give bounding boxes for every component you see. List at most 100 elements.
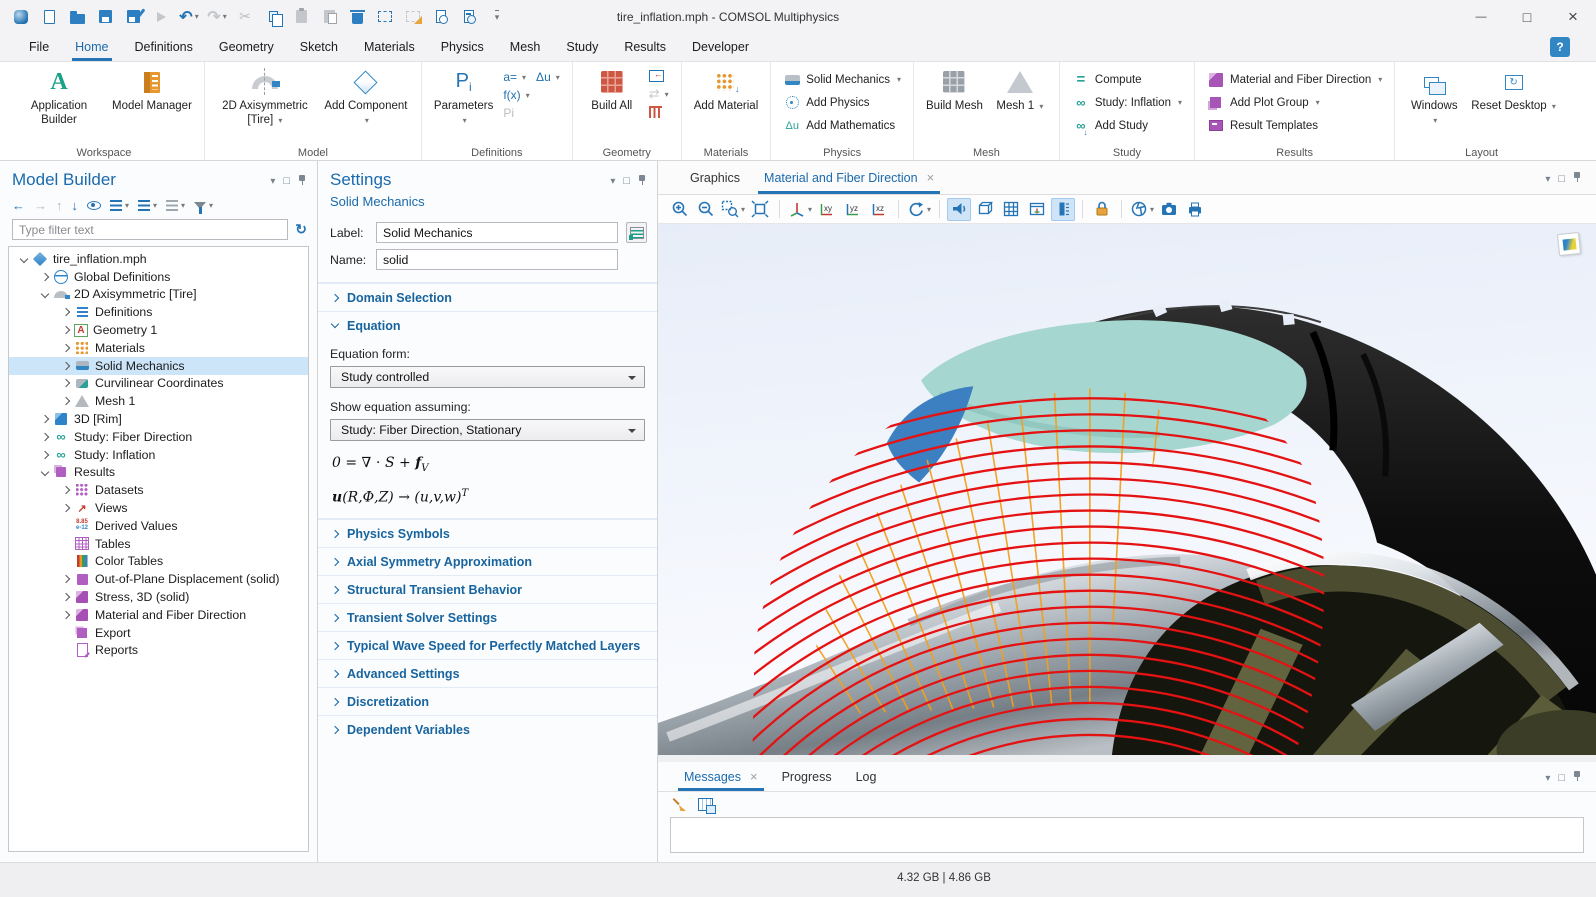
tree-expander-icon[interactable]: [59, 342, 74, 354]
paste-icon[interactable]: [290, 6, 312, 28]
add-component-button[interactable]: Add Component ▾: [323, 67, 409, 128]
filter-icon[interactable]: ▾: [194, 197, 213, 213]
section-domain-selection[interactable]: Domain Selection: [318, 283, 657, 311]
back-icon[interactable]: ←: [12, 197, 25, 213]
float-panel-icon[interactable]: [283, 171, 290, 189]
tree-item[interactable]: Datasets: [9, 481, 308, 499]
build-mesh-button[interactable]: Build Mesh: [926, 67, 983, 114]
float-panel-icon[interactable]: [1558, 768, 1565, 786]
tab-progress[interactable]: Progress: [770, 762, 844, 791]
application-builder-button[interactable]: Application Builder: [16, 67, 102, 128]
settings-section-header[interactable]: Structural Transient Behavior: [318, 575, 657, 603]
add-study-button[interactable]: Add Study: [1072, 116, 1182, 135]
reset-desktop-button[interactable]: Reset Desktop ▾: [1471, 67, 1556, 114]
tree-item[interactable]: Results: [9, 464, 308, 482]
clear-messages-icon[interactable]: [672, 796, 688, 812]
ribbon-tab[interactable]: Materials: [351, 33, 428, 61]
tree-expander-icon[interactable]: [59, 627, 74, 639]
pin-icon[interactable]: [638, 175, 647, 186]
help-button[interactable]: ?: [1550, 37, 1570, 57]
close-tab-icon[interactable]: [927, 170, 935, 185]
tree-item[interactable]: Study: Fiber Direction: [9, 428, 308, 446]
label-field[interactable]: [376, 222, 618, 243]
equation-form-select[interactable]: Study controlled: [330, 366, 645, 388]
duplicate-icon[interactable]: [318, 6, 340, 28]
solid-mechanics-button[interactable]: Solid Mechanics▾: [783, 70, 901, 89]
collapse-all-icon[interactable]: ▾: [138, 197, 157, 213]
tree-item[interactable]: Out-of-Plane Displacement (solid): [9, 570, 308, 588]
tree-expander-icon[interactable]: [38, 466, 53, 478]
move-down-icon[interactable]: ↓: [72, 197, 79, 213]
tree-item[interactable]: tire_inflation.mph: [9, 250, 308, 268]
settings-section-header[interactable]: Physics Symbols: [318, 519, 657, 547]
settings-section-header[interactable]: Dependent Variables: [318, 715, 657, 743]
update-geometry-button[interactable]: ▾: [649, 86, 669, 102]
tree-expander-icon[interactable]: [59, 555, 74, 567]
copy-icon[interactable]: [262, 6, 284, 28]
tree-expander-icon[interactable]: [38, 288, 53, 300]
tree-expander-icon[interactable]: [38, 413, 53, 425]
model-manager-button[interactable]: Model Manager: [112, 67, 192, 114]
view-xy-button[interactable]: xy: [815, 198, 839, 221]
tree-item[interactable]: Export: [9, 624, 308, 642]
nonlocal-couplings-button[interactable]: Δu▾: [536, 70, 560, 84]
windows-button[interactable]: Windows▾: [1407, 67, 1461, 128]
tree-expander-icon[interactable]: [59, 502, 74, 514]
go-to-view-button[interactable]: ▾: [787, 198, 813, 221]
pin-icon[interactable]: [1573, 771, 1582, 782]
tree-expander-icon[interactable]: [59, 591, 74, 603]
view-yz-button[interactable]: yz: [841, 198, 865, 221]
tree-expander-icon[interactable]: [59, 538, 74, 550]
show-equation-select[interactable]: Study: Fiber Direction, Stationary: [330, 419, 645, 441]
delete-icon[interactable]: [346, 6, 368, 28]
zoom-box-button[interactable]: ▾: [720, 198, 746, 221]
build-all-button[interactable]: Build All: [585, 67, 639, 114]
view-xz-button[interactable]: xz: [867, 198, 891, 221]
grid-button[interactable]: [999, 198, 1023, 221]
tree-expander-icon[interactable]: [59, 395, 74, 407]
environment-reflections-button[interactable]: ▾: [1129, 198, 1155, 221]
tree-item[interactable]: Stress, 3D (solid): [9, 588, 308, 606]
parameters-button[interactable]: Parameters▾: [434, 67, 493, 128]
new-file-icon[interactable]: [38, 6, 60, 28]
float-panel-icon[interactable]: [623, 171, 630, 189]
save-to-model-manager-icon[interactable]: [122, 6, 144, 28]
tree-item[interactable]: Material and Fiber Direction: [9, 606, 308, 624]
tree-item[interactable]: 2D Axisymmetric [Tire]: [9, 286, 308, 304]
close-tab-icon[interactable]: [750, 769, 758, 784]
add-material-button[interactable]: Add Material: [694, 67, 759, 114]
tab-messages[interactable]: Messages: [672, 762, 770, 791]
rotate-button[interactable]: ▾: [906, 198, 932, 221]
panel-menu-icon[interactable]: [270, 171, 275, 189]
refresh-icon[interactable]: [295, 222, 307, 238]
tree-expander-icon[interactable]: [59, 324, 74, 336]
ribbon-tab[interactable]: Study: [553, 33, 611, 61]
expand-all-icon[interactable]: ▾: [110, 197, 129, 213]
section-equation[interactable]: Equation: [318, 311, 657, 339]
zoom-in-button[interactable]: [668, 198, 692, 221]
plot-thumbnail-icon[interactable]: [1557, 232, 1581, 256]
redo-icon[interactable]: ▾: [206, 6, 228, 28]
ribbon-tab[interactable]: Developer: [679, 33, 762, 61]
tree-expander-icon[interactable]: [59, 520, 74, 532]
settings-section-header[interactable]: Transient Solver Settings: [318, 603, 657, 631]
tree-item[interactable]: Mesh 1: [9, 392, 308, 410]
maximize-button[interactable]: [1504, 0, 1550, 33]
find-icon[interactable]: [430, 6, 452, 28]
tab-log[interactable]: Log: [844, 762, 889, 791]
tab-material-and-fiber-direction[interactable]: Material and Fiber Direction: [752, 161, 946, 194]
zoom-extents-button[interactable]: [748, 198, 772, 221]
tree-item[interactable]: Solid Mechanics: [9, 357, 308, 375]
tree-expander-icon[interactable]: [59, 573, 74, 585]
color-legend-button[interactable]: [1051, 198, 1075, 221]
tree-expander-icon[interactable]: [38, 271, 53, 283]
image-snapshot-button[interactable]: [1157, 198, 1181, 221]
ribbon-tab[interactable]: Sketch: [287, 33, 351, 61]
tab-graphics[interactable]: Graphics: [678, 161, 752, 194]
add-mathematics-button[interactable]: Add Mathematics: [783, 116, 901, 135]
name-field[interactable]: [376, 249, 618, 270]
select-box-icon[interactable]: [374, 6, 396, 28]
open-file-icon[interactable]: [66, 6, 88, 28]
show-hide-icon[interactable]: [87, 197, 101, 213]
float-panel-icon[interactable]: [1558, 169, 1565, 187]
